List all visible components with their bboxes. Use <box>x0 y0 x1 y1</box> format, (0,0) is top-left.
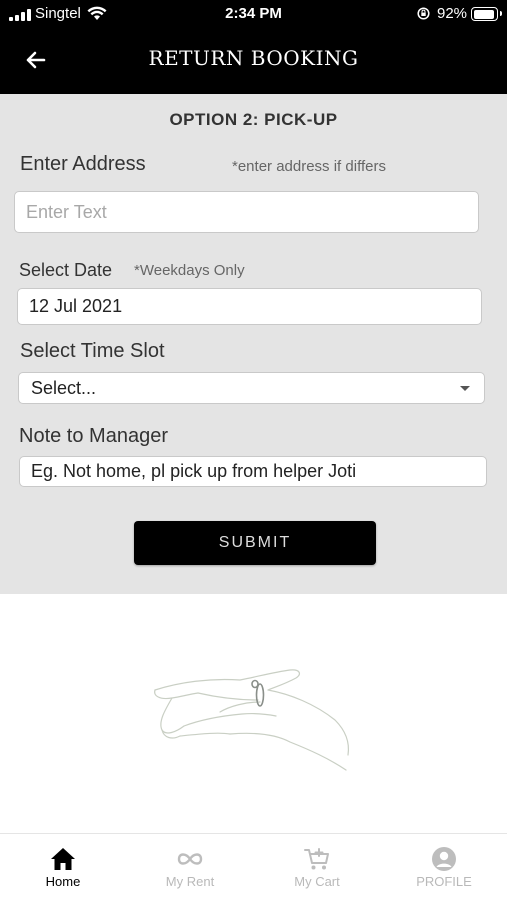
time-slot-value: Select... <box>31 377 97 398</box>
section-title: OPTION 2: PICK-UP <box>169 110 338 129</box>
tab-home-label: Home <box>45 874 81 889</box>
pickup-form: OPTION 2: PICK-UP Enter Address *enter a… <box>0 94 507 594</box>
top-bar: Singtel 2:34 PM 92% RETURN BOOKING <box>0 0 507 94</box>
tab-profile[interactable]: PROFILE <box>381 834 507 900</box>
dropdown-caret-icon <box>460 386 470 391</box>
date-hint: *Weekdays Only <box>134 262 245 279</box>
tab-my-cart[interactable]: My Cart <box>254 834 380 900</box>
orientation-lock-icon <box>417 7 430 20</box>
hand-ring-illustration <box>154 669 350 771</box>
infinity-icon <box>177 853 203 865</box>
time-slot-label: Select Time Slot <box>20 340 165 362</box>
cart-icon <box>304 848 329 870</box>
note-label: Note to Manager <box>19 425 168 447</box>
tab-my-cart-label: My Cart <box>294 874 340 889</box>
address-input[interactable]: Enter Text <box>14 191 479 233</box>
status-time: 2:34 PM <box>225 5 282 22</box>
address-label: Enter Address <box>20 153 146 175</box>
battery-percent: 92% <box>437 5 468 22</box>
battery-icon <box>471 7 502 21</box>
profile-icon <box>432 847 456 871</box>
tab-my-rent[interactable]: My Rent <box>127 834 253 900</box>
tab-my-rent-label: My Rent <box>165 874 215 889</box>
tab-home[interactable]: Home <box>0 834 126 900</box>
date-label: Select Date <box>19 260 113 280</box>
date-input[interactable]: 12 Jul 2021 <box>17 288 482 325</box>
home-icon <box>51 848 75 870</box>
status-bar: Singtel 2:34 PM 92% <box>0 0 507 28</box>
time-slot-select[interactable]: Select... <box>18 372 485 404</box>
bottom-tab-bar: Home My Rent My Cart PROFILE <box>0 833 507 900</box>
address-hint: *enter address if differs <box>232 158 386 175</box>
note-input[interactable]: Eg. Not home, pl pick up from helper Jot… <box>19 456 487 487</box>
submit-button[interactable]: SUBMIT <box>134 521 376 565</box>
tab-profile-label: PROFILE <box>416 874 472 889</box>
page-title: RETURN BOOKING <box>148 46 359 70</box>
